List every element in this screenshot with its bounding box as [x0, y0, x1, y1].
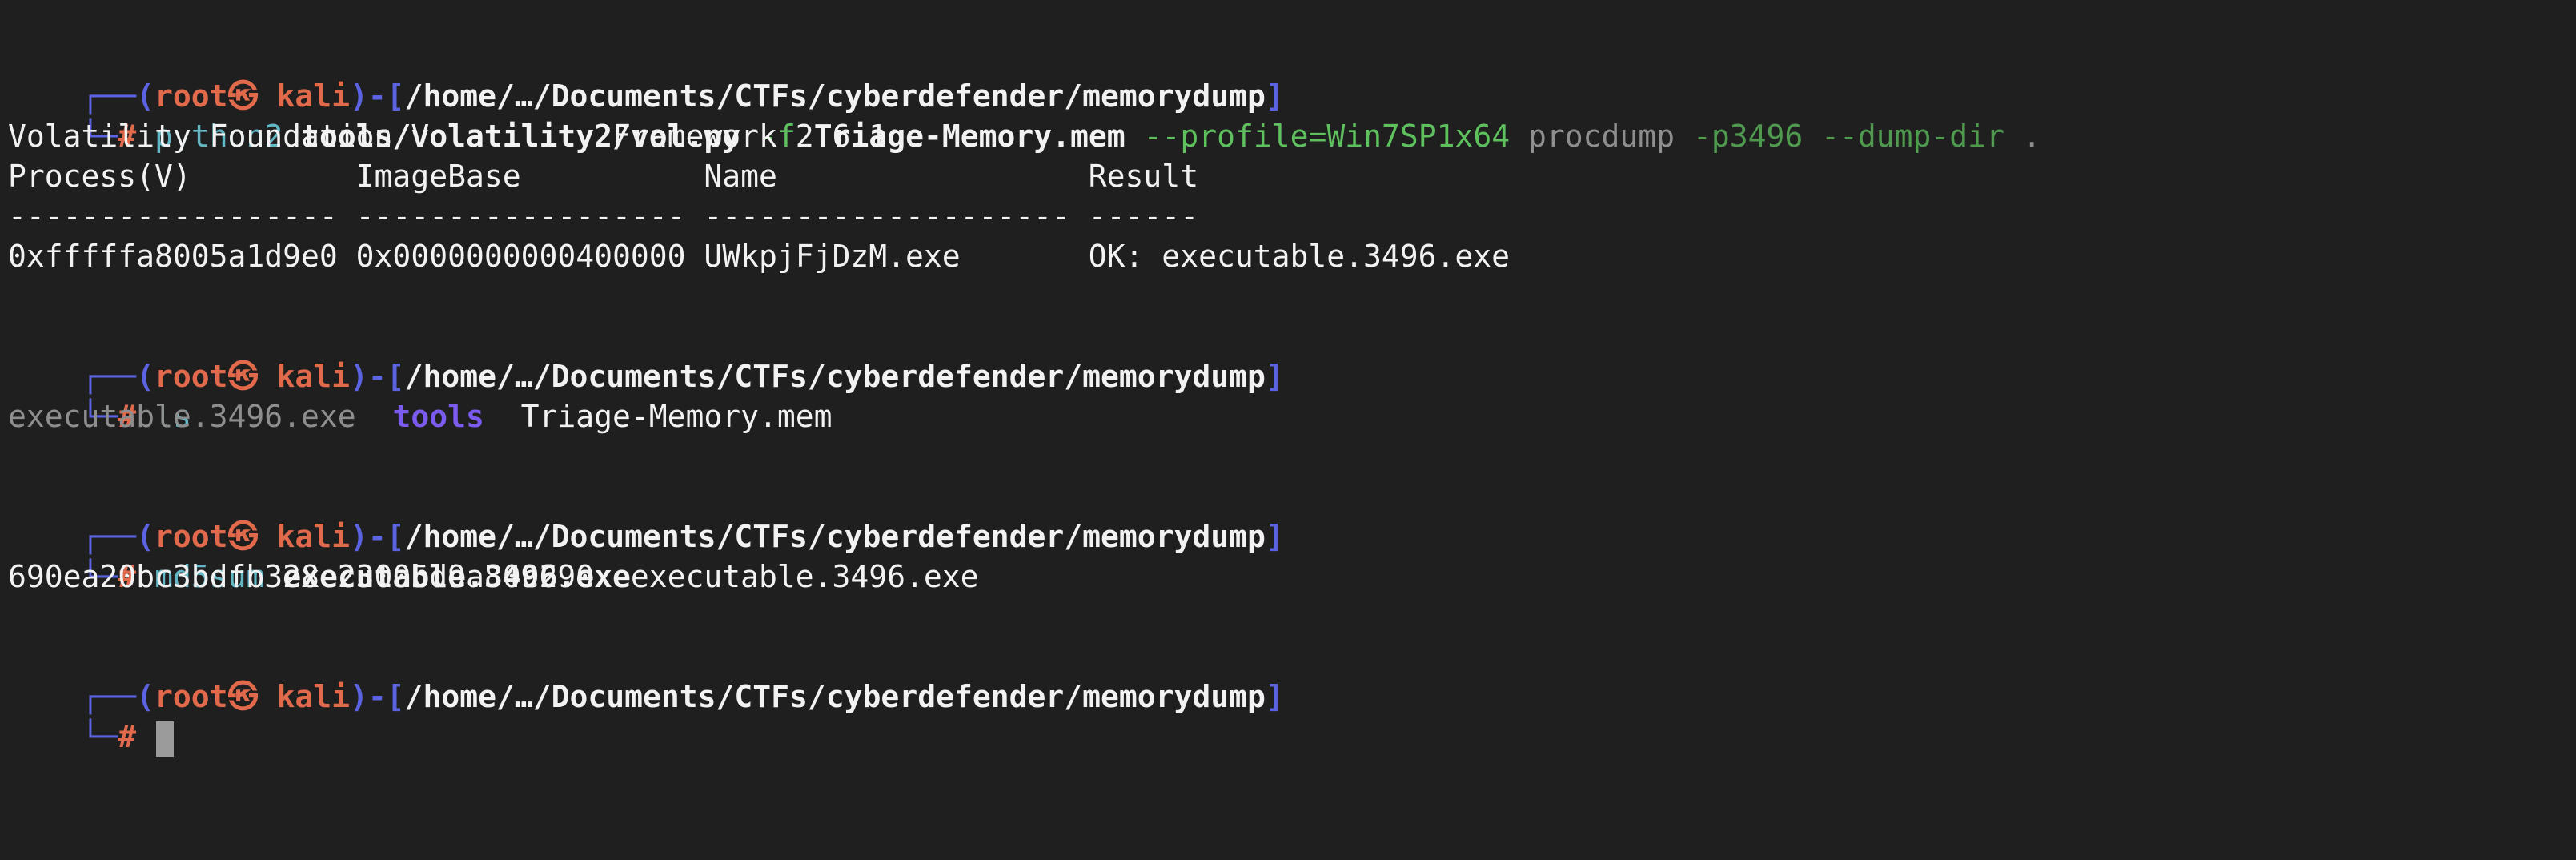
command-line-2: └─# ls	[81, 399, 191, 434]
command-token: .	[2022, 119, 2041, 154]
prompt-line-3: ┌──(root㉿ kali)-[/home/…/Documents/CTFs/…	[81, 519, 1284, 554]
command-line-1: └─# python2 tools/volatility2/vol.py -f …	[81, 119, 2041, 154]
ls-entry	[484, 399, 521, 434]
prompt-path: /home/…/Documents/CTFs/cyberdefender/mem…	[404, 679, 1266, 714]
kali-skull-icon: ㉿	[227, 679, 259, 714]
ls-entry: executable.3496.exe	[8, 399, 356, 434]
prompt-path: /home/…/Documents/CTFs/cyberdefender/mem…	[404, 359, 1266, 394]
kali-skull-icon: ㉿	[227, 359, 259, 394]
terminal-window[interactable]: ┌──(root㉿ kali)-[/home/…/Documents/CTFs/…	[0, 0, 2576, 860]
command-token: procdump	[1528, 119, 1675, 154]
ls-entry: Triage-Memory.mem	[520, 399, 833, 434]
table-divider: ------------------ ------------------ --…	[8, 199, 1199, 234]
prompt-line-4: ┌──(root㉿ kali)-[/home/…/Documents/CTFs/…	[81, 679, 1284, 714]
md5-output-line: 690ea20bc3bdfb328e23005d9a80c290 executa…	[8, 559, 979, 594]
prompt-line-1: ┌──(root㉿ kali)-[/home/…/Documents/CTFs/…	[81, 78, 1284, 114]
active-command-line[interactable]: └─#	[8, 677, 175, 757]
prompt-host: kali	[276, 679, 350, 714]
ls-entry	[356, 399, 393, 434]
ls-output-line: executable.3496.exe tools Triage-Memory.…	[8, 396, 833, 436]
ls-entry: tools	[392, 399, 484, 434]
table-header: Process(V) ImageBase Name Result	[8, 159, 1199, 194]
command-token	[2004, 119, 2023, 154]
command-token	[1803, 119, 1821, 154]
output-line: Volatility Foundation Volatility Framewo…	[8, 119, 888, 154]
prompt-line-2: ┌──(root㉿ kali)-[/home/…/Documents/CTFs/…	[81, 359, 1284, 394]
command-token: --profile=Win7SP1x64	[1143, 119, 1511, 154]
command-token	[1125, 119, 1144, 154]
prompt-host: kali	[276, 359, 350, 394]
command-token	[1675, 119, 1693, 154]
table-row: 0xfffffa8005a1d9e0 0x0000000000400000 UW…	[8, 239, 1510, 274]
command-token: --dump-dir	[1821, 119, 2004, 154]
text-cursor[interactable]	[156, 721, 175, 757]
prompt-hash: #	[118, 719, 137, 754]
command-token: -p3496	[1692, 119, 1804, 154]
command-line-3: └─# md5sum executable.3496.exe	[81, 559, 631, 594]
command-token	[1510, 119, 1528, 154]
